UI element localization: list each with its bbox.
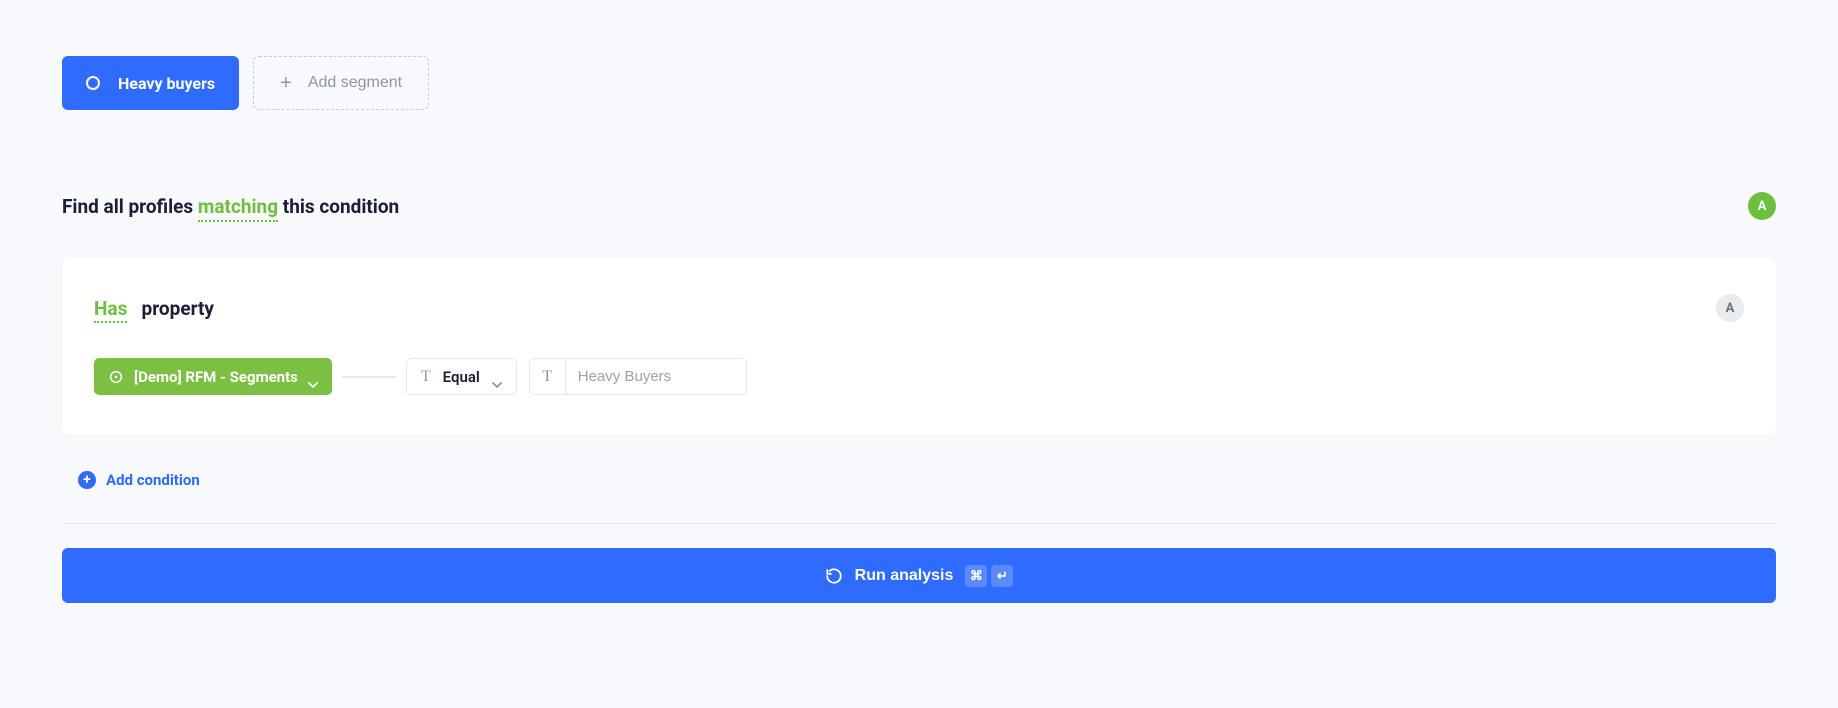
heading-row: Find all profiles matching this conditio… (62, 192, 1776, 220)
condition-body: [Demo] RFM - Segments T Equal (94, 358, 1744, 395)
condition-has-toggle[interactable]: Has (94, 297, 127, 323)
avatar[interactable]: A (1748, 192, 1776, 220)
plus-circle-icon: + (78, 471, 96, 489)
connector-line (342, 376, 396, 378)
avatar-letter: A (1758, 199, 1767, 214)
condition-card: Has property A [Demo] RFM - Segments (62, 258, 1776, 435)
heading-matching[interactable]: matching (198, 195, 278, 222)
add-segment-label: Add segment (308, 74, 402, 92)
segments-row: Heavy buyers + Add segment (62, 56, 1776, 110)
shortcut-hint: ⌘ ↵ (965, 565, 1013, 587)
operator-label: Equal (443, 368, 480, 386)
heading-suffix: this condition (278, 195, 399, 218)
add-condition-label: Add condition (106, 471, 200, 489)
segment-builder: Heavy buyers + Add segment Find all prof… (0, 0, 1838, 603)
heading: Find all profiles matching this conditio… (62, 195, 399, 218)
circle-icon (86, 76, 100, 90)
text-type-icon: T (421, 368, 431, 386)
property-selector[interactable]: [Demo] RFM - Segments (94, 358, 332, 395)
condition-property-label: property (142, 297, 214, 320)
refresh-icon (825, 567, 843, 585)
property-selector-label: [Demo] RFM - Segments (134, 368, 298, 386)
chevron-down-icon (492, 374, 502, 380)
segment-chip-heavy-buyers[interactable]: Heavy buyers (62, 56, 239, 110)
kbd-enter: ↵ (991, 565, 1013, 587)
value-input[interactable] (566, 359, 746, 394)
condition-header: Has property A (94, 294, 1744, 322)
run-analysis-label: Run analysis (855, 567, 954, 585)
chevron-down-icon (308, 374, 318, 380)
plus-icon: + (280, 73, 292, 93)
operator-select[interactable]: T Equal (406, 358, 517, 395)
run-analysis-button[interactable]: Run analysis ⌘ ↵ (62, 548, 1776, 603)
heading-prefix: Find all profiles (62, 195, 198, 218)
add-condition-button[interactable]: + Add condition (78, 471, 200, 489)
add-segment-button[interactable]: + Add segment (253, 56, 429, 110)
divider (62, 523, 1776, 524)
text-type-icon: T (530, 359, 566, 394)
condition-avatar-letter: A (1726, 301, 1735, 316)
value-input-wrap: T (529, 358, 747, 395)
target-icon (108, 369, 124, 385)
kbd-cmd: ⌘ (965, 565, 987, 587)
condition-avatar[interactable]: A (1716, 294, 1744, 322)
segment-chip-label: Heavy buyers (118, 74, 215, 93)
condition-title: Has property (94, 297, 214, 320)
